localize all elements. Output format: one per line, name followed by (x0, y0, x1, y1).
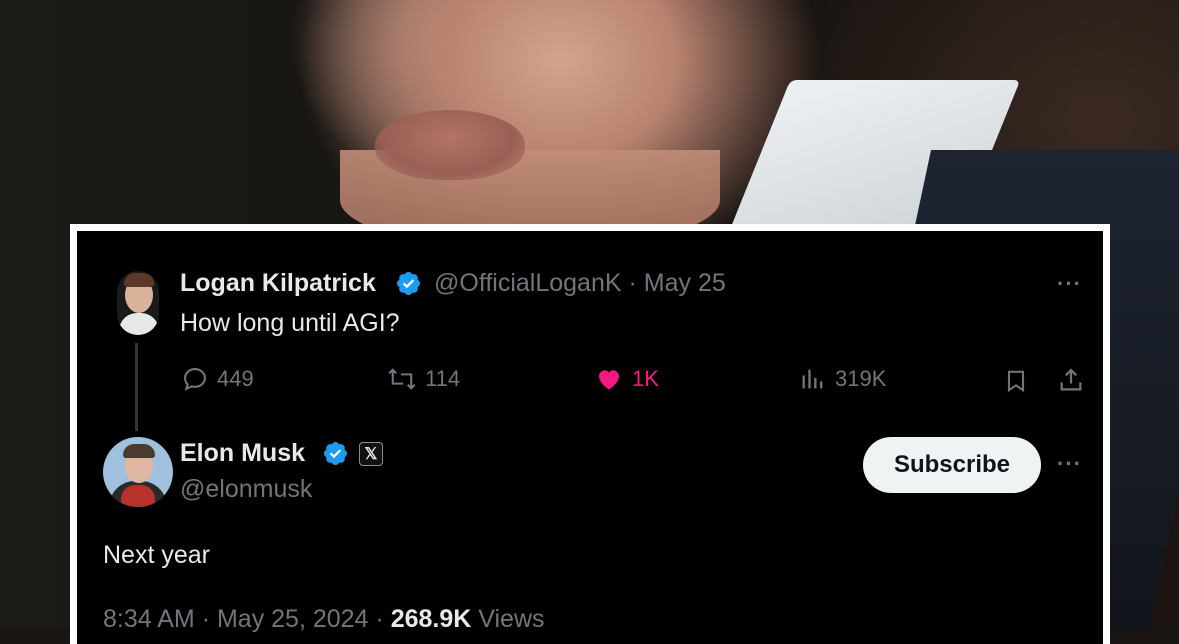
avatar-elon[interactable] (103, 437, 173, 507)
author-name[interactable]: Elon Musk (180, 439, 305, 468)
thread-connector (135, 343, 138, 431)
verified-badge-icon (323, 441, 348, 466)
affiliate-x-badge-icon[interactable]: 𝕏 (359, 442, 383, 466)
analytics-icon (802, 369, 823, 389)
views-count: 319K (835, 366, 887, 391)
subscribe-button[interactable]: Subscribe (863, 437, 1041, 493)
verified-badge-icon (396, 271, 421, 296)
tweet-time[interactable]: 8:34 AM (103, 605, 195, 633)
author-handle[interactable]: @elonmusk (180, 475, 312, 504)
reply-button[interactable]: 449 (181, 365, 254, 393)
avatar-logan[interactable] (117, 271, 159, 335)
author-name[interactable]: Logan Kilpatrick (180, 269, 376, 298)
repost-icon (388, 368, 416, 390)
views-count: 268.9K (390, 605, 472, 633)
author-handle[interactable]: @OfficialLoganK · May 25 (434, 269, 726, 298)
like-count: 1K (632, 366, 659, 391)
views-label: Views (478, 605, 545, 633)
bookmark-icon[interactable] (1003, 367, 1029, 395)
reply-icon (184, 368, 206, 391)
more-options-icon[interactable]: ··· (1057, 271, 1082, 297)
tweet-text: Next year (103, 541, 210, 569)
repost-button[interactable]: 114 (387, 365, 460, 393)
repost-count: 114 (425, 366, 461, 391)
heart-icon (599, 370, 619, 390)
share-icon[interactable] (1057, 365, 1085, 395)
tweet-metadata: 8:34 AM · May 25, 2024 · 268.9K Views (103, 605, 545, 633)
like-button[interactable]: 1K (594, 365, 659, 393)
photo-lips (375, 110, 525, 180)
reply-count: 449 (217, 366, 254, 391)
more-options-icon[interactable]: ··· (1057, 451, 1082, 477)
views-button[interactable]: 319K (799, 365, 886, 393)
tweet-text: How long until AGI? (180, 309, 400, 337)
tweet-card: Logan Kilpatrick @OfficialLoganK · May 2… (70, 224, 1110, 644)
tweet-date[interactable]: May 25, 2024 (217, 605, 369, 633)
